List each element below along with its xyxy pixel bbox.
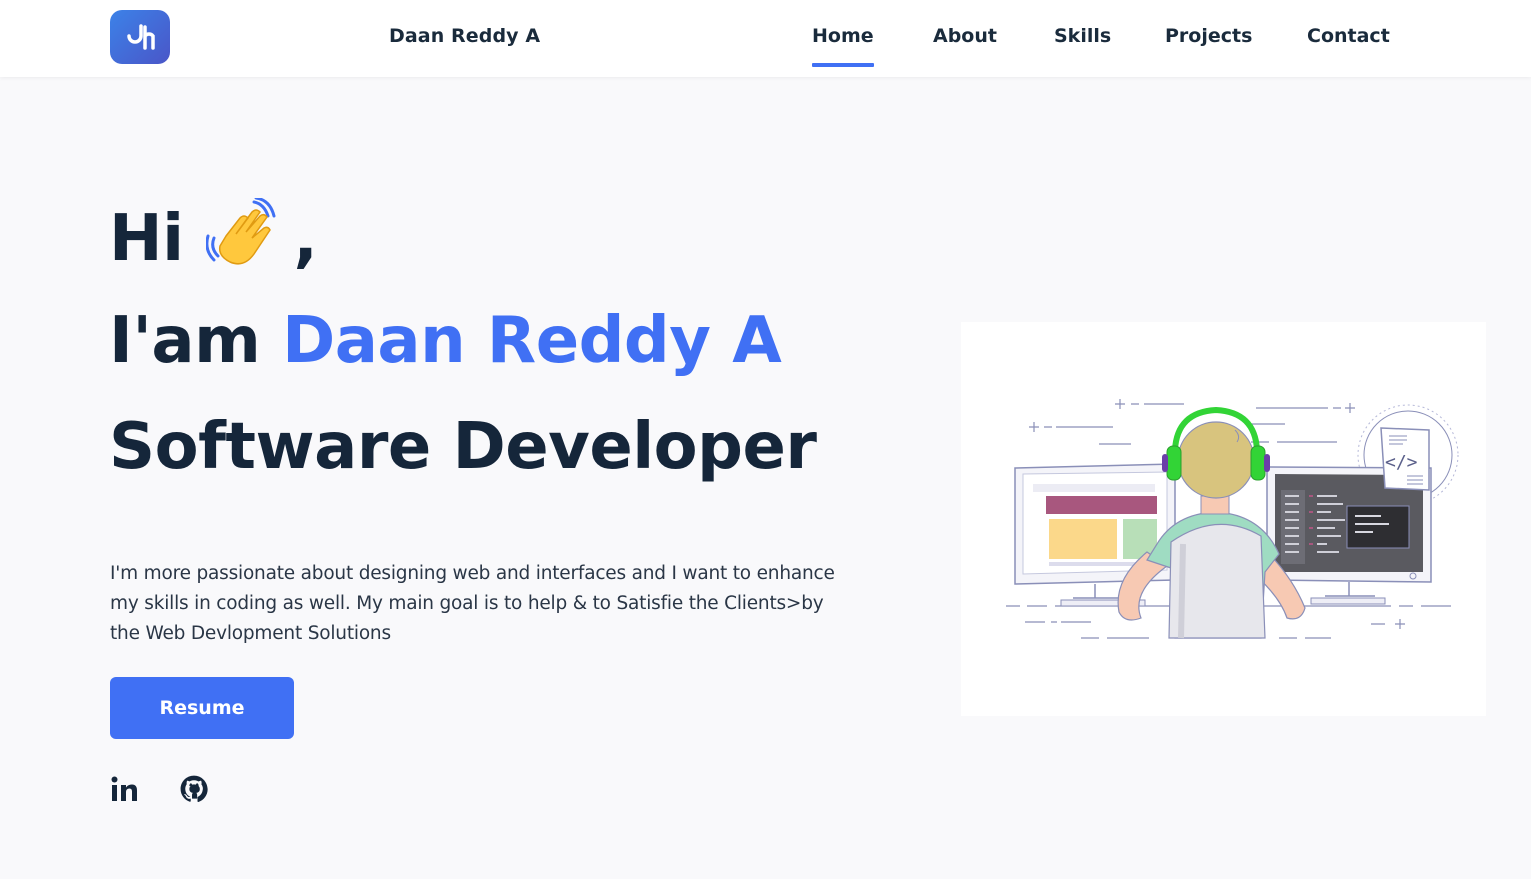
nav-projects[interactable]: Projects <box>1165 25 1252 47</box>
resume-button[interactable]: Resume <box>110 677 294 739</box>
hero-intro: I'am Daan Reddy A <box>109 304 782 378</box>
nav-about[interactable]: About <box>933 25 997 47</box>
navbar: Daan Reddy A Home About Skills Projects … <box>0 0 1531 77</box>
hero-name: Daan Reddy A <box>282 304 782 378</box>
linkedin-icon[interactable] <box>110 775 140 805</box>
intro-prefix: I'am <box>109 304 261 378</box>
developer-at-desk-illustration: </> <box>961 322 1486 716</box>
illustration-svg: </> <box>1006 399 1459 639</box>
hero-title: Software Developer <box>109 410 817 484</box>
nav-contact[interactable]: Contact <box>1307 25 1390 47</box>
hero-greeting: Hi , <box>109 198 318 276</box>
github-glyph <box>180 775 208 802</box>
hero-description: I'm more passionate about designing web … <box>110 563 835 644</box>
waving-hand-icon <box>205 198 275 265</box>
nav-home[interactable]: Home <box>812 25 874 67</box>
main-nav: Home About Skills Projects Contact <box>0 25 1531 75</box>
nav-skills[interactable]: Skills <box>1054 25 1111 47</box>
linkedin-glyph <box>111 776 137 801</box>
greeting-text: Hi <box>109 202 184 276</box>
github-icon[interactable] <box>180 775 210 805</box>
greeting-suffix: , <box>293 202 318 276</box>
svg-text:</>: </> <box>1385 452 1418 473</box>
